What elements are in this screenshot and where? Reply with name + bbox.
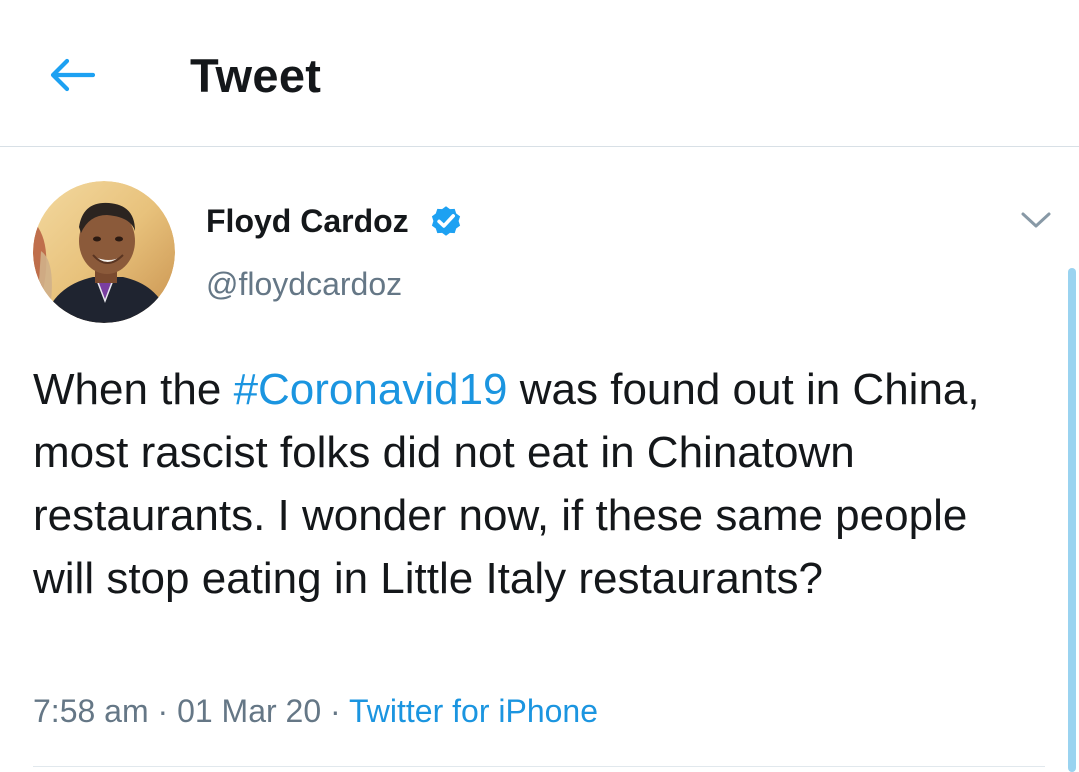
avatar[interactable] (33, 181, 175, 323)
top-bar: Tweet (0, 0, 1079, 147)
author-name[interactable]: Floyd Cardoz (206, 200, 409, 242)
tweet-text-start: When the (33, 365, 234, 414)
divider (33, 766, 1045, 767)
tweet-date[interactable]: 01 Mar 20 (177, 693, 321, 729)
verified-badge-icon (431, 206, 461, 236)
author-handle[interactable]: @floydcardoz (206, 263, 402, 305)
hashtag-link[interactable]: #Coronavid19 (234, 365, 508, 414)
scrollbar[interactable] (1068, 268, 1076, 772)
more-options-button[interactable] (1014, 200, 1058, 240)
tweet-text: When the #Coronavid19 was found out in C… (33, 358, 1033, 610)
tweet-source-link[interactable]: Twitter for iPhone (349, 693, 598, 729)
profile-photo (33, 181, 175, 323)
tweet-meta: 7:58 am · 01 Mar 20 · Twitter for iPhone (33, 690, 598, 732)
chevron-down-icon (1021, 212, 1051, 228)
page-title: Tweet (190, 49, 322, 102)
back-button[interactable] (44, 50, 100, 100)
meta-separator: · (148, 693, 178, 729)
tweet-time[interactable]: 7:58 am (33, 693, 149, 729)
arrow-left-icon (50, 58, 95, 92)
meta-separator: · (321, 693, 349, 729)
